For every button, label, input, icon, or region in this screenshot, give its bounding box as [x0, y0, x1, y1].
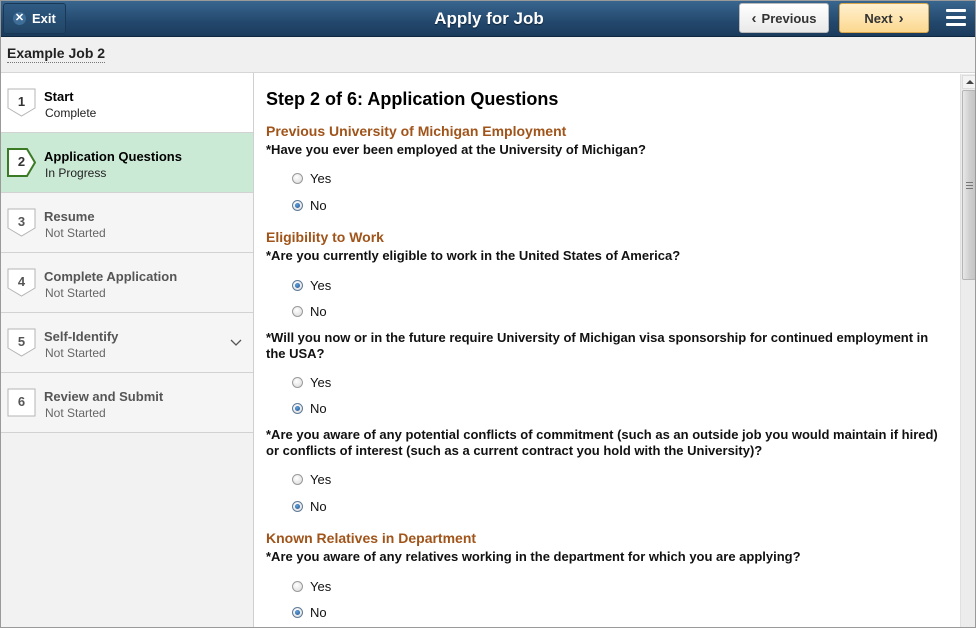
radio-button-selected[interactable]: [292, 200, 303, 211]
radio-button[interactable]: [292, 377, 303, 388]
radio-conflicts-yes[interactable]: Yes: [292, 472, 331, 487]
question-visa-sponsorship: *Will you now or in the future require U…: [266, 330, 929, 361]
step-badge-icon: 4: [7, 268, 36, 297]
step-badge-icon: 2: [7, 148, 36, 177]
step-status: Not Started: [45, 346, 106, 360]
step-badge-icon: 6: [7, 388, 36, 417]
section-title-previous-employment: Previous University of Michigan Employme…: [266, 123, 567, 139]
previous-label: Previous: [761, 10, 817, 26]
step-item-application-questions[interactable]: 2 Application Questions In Progress: [1, 133, 253, 193]
step-item-self-identify[interactable]: 5 Self-Identify Not Started: [1, 313, 253, 373]
step-status: Not Started: [45, 286, 106, 300]
exit-label: Exit: [32, 11, 56, 26]
step-heading: Step 2 of 6: Application Questions: [266, 89, 559, 109]
radio-eligible-yes[interactable]: Yes: [292, 278, 331, 293]
scroll-up-arrow-icon[interactable]: [962, 75, 975, 89]
radio-button-selected[interactable]: [292, 403, 303, 414]
radio-button[interactable]: [292, 306, 303, 317]
step-item-complete-application[interactable]: 4 Complete Application Not Started: [1, 253, 253, 313]
application-questions-panel: Step 2 of 6: Application Questions Previ…: [255, 74, 960, 627]
question-previous-employment: *Have you ever been employed at the Univ…: [266, 142, 646, 157]
question-known-relatives: *Are you aware of any relatives working …: [266, 549, 801, 564]
radio-visa-no[interactable]: No: [292, 401, 327, 416]
vertical-scrollbar[interactable]: [960, 74, 975, 627]
step-label: Application Questions: [44, 149, 182, 164]
section-title-known-relatives: Known Relatives in Department: [266, 530, 477, 546]
radio-conflicts-no[interactable]: No: [292, 499, 327, 514]
chevron-right-icon: ›: [898, 9, 904, 27]
job-title-link[interactable]: Example Job 2: [7, 45, 106, 63]
hamburger-menu-icon[interactable]: [946, 9, 966, 27]
step-navigation: 1 Start Complete 2 Application Questions…: [1, 73, 254, 627]
step-item-start[interactable]: 1 Start Complete: [1, 73, 253, 133]
step-label: Self-Identify: [44, 329, 119, 344]
chevron-left-icon: ‹: [751, 9, 757, 27]
chevron-down-icon[interactable]: [230, 336, 242, 348]
step-status: Not Started: [45, 226, 106, 240]
step-badge-icon: 3: [7, 208, 36, 237]
scrollbar-thumb[interactable]: [962, 90, 975, 280]
step-status: In Progress: [45, 166, 107, 180]
step-badge-icon: 1: [7, 88, 36, 117]
radio-button[interactable]: [292, 474, 303, 485]
step-label: Resume: [44, 209, 95, 224]
previous-button[interactable]: ‹ Previous: [739, 3, 829, 33]
section-title-eligibility: Eligibility to Work: [266, 229, 384, 245]
job-title-bar: Example Job 2: [1, 37, 975, 73]
radio-previous-employment-no[interactable]: No: [292, 198, 327, 213]
radio-previous-employment-yes[interactable]: Yes: [292, 171, 331, 186]
step-status: Complete: [45, 106, 97, 120]
next-button[interactable]: Next ›: [839, 3, 929, 33]
app-window: ✕ Exit Apply for Job ‹ Previous Next › E…: [0, 0, 976, 628]
next-label: Next: [864, 10, 893, 26]
grip-icon: [966, 182, 973, 191]
radio-button-selected[interactable]: [292, 280, 303, 291]
radio-eligible-no[interactable]: No: [292, 304, 327, 319]
radio-relatives-yes[interactable]: Yes: [292, 579, 331, 594]
radio-visa-yes[interactable]: Yes: [292, 375, 331, 390]
step-item-review-and-submit[interactable]: 6 Review and Submit Not Started: [1, 373, 253, 433]
step-label: Complete Application: [44, 269, 178, 284]
radio-button-selected[interactable]: [292, 501, 303, 512]
exit-button[interactable]: ✕ Exit: [3, 3, 66, 34]
header-banner: ✕ Exit Apply for Job ‹ Previous Next ›: [1, 1, 975, 37]
radio-relatives-no[interactable]: No: [292, 605, 327, 620]
question-eligible-to-work: *Are you currently eligible to work in t…: [266, 248, 681, 263]
step-badge-icon: 5: [7, 328, 36, 357]
step-label: Start: [44, 89, 74, 104]
step-item-resume[interactable]: 3 Resume Not Started: [1, 193, 253, 253]
radio-button-selected[interactable]: [292, 607, 303, 618]
step-label: Review and Submit: [44, 389, 164, 404]
question-conflicts: *Are you aware of any potential conflict…: [266, 427, 938, 458]
page-title: Apply for Job: [434, 9, 544, 28]
close-icon: ✕: [13, 12, 26, 25]
radio-button[interactable]: [292, 173, 303, 184]
radio-button[interactable]: [292, 581, 303, 592]
step-status: Not Started: [45, 406, 106, 420]
